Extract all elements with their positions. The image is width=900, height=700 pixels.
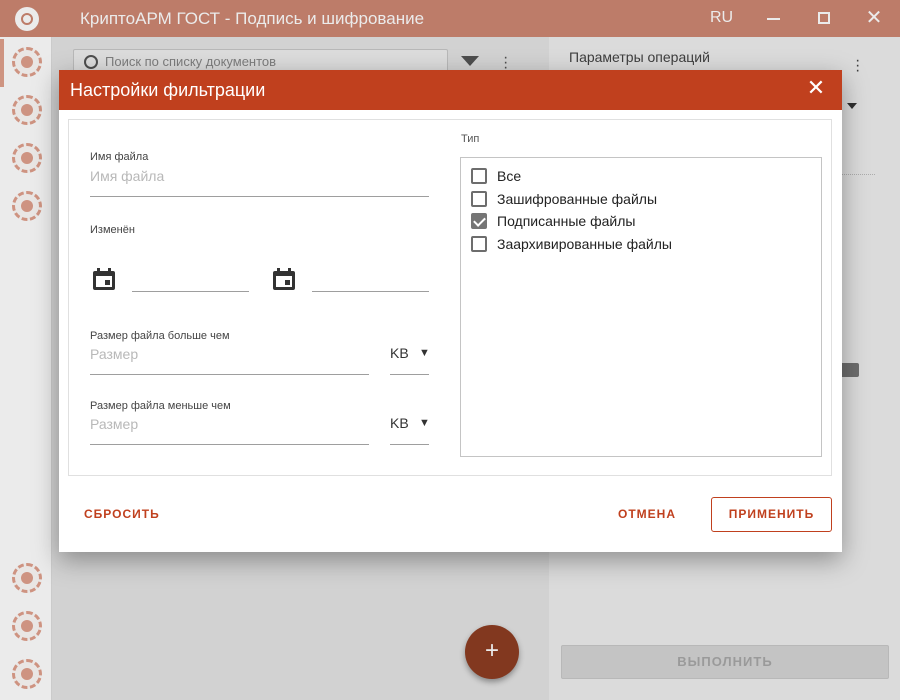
size-more-unit-underline [390, 374, 429, 375]
cancel-button[interactable]: ОТМЕНА [618, 507, 676, 521]
size-less-label: Размер файла меньше чем [90, 400, 231, 412]
checkbox[interactable] [471, 168, 487, 184]
dialog-close-icon[interactable]: ✕ [804, 76, 828, 100]
size-less-underline [90, 444, 369, 445]
type-label: Тип [461, 133, 480, 145]
size-more-input[interactable]: Размер [90, 346, 138, 362]
size-less-unit-select[interactable]: KB [390, 415, 409, 431]
checkbox[interactable] [471, 236, 487, 252]
size-more-unit-select[interactable]: KB [390, 345, 409, 361]
filter-settings-dialog: Настройки фильтрации ✕ Имя файла Имя фай… [59, 70, 842, 552]
checkbox-checked[interactable] [471, 213, 487, 229]
size-more-caret-icon[interactable]: ▼ [419, 347, 430, 359]
reset-button[interactable]: СБРОСИТЬ [84, 507, 160, 521]
type-option-label: Все [497, 168, 522, 184]
type-option-label: Зашифрованные файлы [497, 191, 658, 207]
date-from-input[interactable] [132, 291, 249, 292]
type-option-label: Подписанные файлы [497, 213, 636, 229]
calendar-from-icon[interactable] [93, 268, 115, 290]
dialog-body: Имя файла Имя файла Изменён Размер файла… [68, 119, 832, 476]
date-to-input[interactable] [312, 291, 429, 292]
calendar-to-icon[interactable] [273, 268, 295, 290]
checkbox[interactable] [471, 191, 487, 207]
size-less-unit-underline [390, 444, 429, 445]
filename-underline [90, 196, 429, 197]
filename-input[interactable]: Имя файла [90, 168, 164, 184]
size-more-label: Размер файла больше чем [90, 330, 230, 342]
size-less-caret-icon[interactable]: ▼ [419, 417, 430, 429]
apply-button[interactable]: ПРИМЕНИТЬ [711, 497, 832, 532]
size-more-underline [90, 374, 369, 375]
dialog-title: Настройки фильтрации [70, 80, 266, 100]
type-list: Все Зашифрованные файлы Подписанные файл… [460, 157, 822, 457]
size-less-input[interactable]: Размер [90, 416, 138, 432]
type-option-label: Заархивированные файлы [497, 236, 672, 252]
filename-label: Имя файла [90, 151, 149, 163]
modified-label: Изменён [90, 224, 135, 236]
dialog-header: Настройки фильтрации ✕ [59, 70, 842, 110]
